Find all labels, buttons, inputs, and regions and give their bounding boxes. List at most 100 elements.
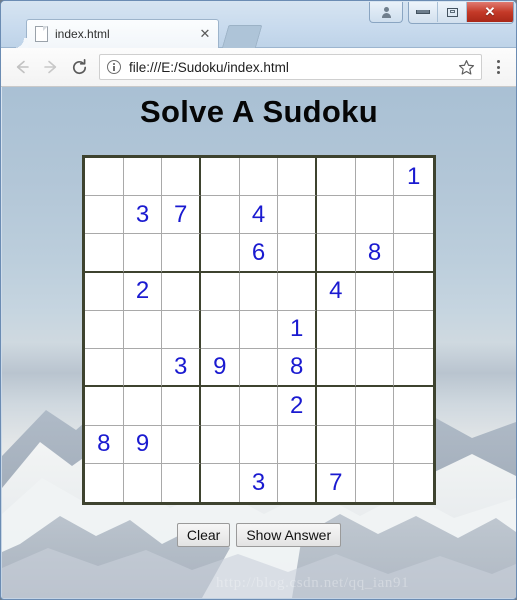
sudoku-cell-r8c1[interactable]: 8 (85, 425, 124, 464)
sudoku-cell-r6c6[interactable]: 8 (278, 349, 317, 388)
close-window-button[interactable]: ✕ (467, 2, 513, 22)
forward-button[interactable] (36, 53, 65, 82)
sudoku-cell-r9c5[interactable]: 3 (239, 463, 279, 502)
sudoku-cell-r2c9[interactable] (394, 196, 433, 235)
sudoku-cell-r4c1[interactable] (85, 272, 124, 311)
sudoku-cell-r5c8[interactable] (355, 310, 395, 350)
sudoku-cell-r8c3[interactable] (162, 425, 201, 464)
sudoku-cell-r5c4[interactable] (201, 310, 240, 350)
reload-button[interactable] (65, 53, 94, 82)
sudoku-cell-r7c9[interactable] (394, 387, 433, 426)
sudoku-cell-r4c4[interactable] (201, 272, 240, 311)
sudoku-cell-r4c3[interactable] (162, 272, 201, 311)
sudoku-cell-r5c3[interactable] (162, 310, 201, 350)
sudoku-cell-r3c2[interactable] (123, 234, 163, 273)
browser-tab[interactable]: index.html ✕ (14, 19, 219, 48)
sudoku-cell-r1c1[interactable] (85, 158, 124, 197)
sudoku-cell-r3c8[interactable]: 8 (355, 234, 395, 273)
sudoku-cell-r3c3[interactable] (162, 234, 201, 273)
sudoku-cell-r2c7[interactable] (317, 196, 356, 235)
sudoku-cell-r8c8[interactable] (355, 425, 395, 464)
sudoku-cell-r7c4[interactable] (201, 387, 240, 426)
clear-button[interactable]: Clear (176, 523, 231, 547)
sudoku-cell-r8c4[interactable] (201, 425, 240, 464)
sudoku-cell-r7c1[interactable] (85, 387, 124, 426)
sudoku-cell-r6c4[interactable]: 9 (201, 349, 240, 388)
sudoku-cell-r2c5[interactable]: 4 (239, 196, 279, 235)
sudoku-grid[interactable]: 13746824139828937 (82, 155, 436, 505)
back-button[interactable] (7, 53, 36, 82)
sudoku-cell-r2c4[interactable] (201, 196, 240, 235)
sudoku-cell-r2c2[interactable]: 3 (123, 196, 163, 235)
sudoku-cell-r5c1[interactable] (85, 310, 124, 350)
sudoku-cell-r6c3[interactable]: 3 (162, 349, 201, 388)
sudoku-cell-r1c9[interactable]: 1 (394, 158, 433, 197)
address-bar[interactable]: file:///E:/Sudoku/index.html (99, 54, 482, 80)
sudoku-cell-r5c7[interactable] (317, 310, 356, 350)
sudoku-cell-r9c1[interactable] (85, 463, 124, 502)
sudoku-cell-r6c1[interactable] (85, 349, 124, 388)
sudoku-cell-r7c5[interactable] (239, 387, 279, 426)
sudoku-cell-r9c9[interactable] (394, 463, 433, 502)
sudoku-cell-r4c2[interactable]: 2 (123, 272, 163, 311)
user-account-button[interactable] (369, 2, 403, 23)
sudoku-cell-r9c6[interactable] (278, 463, 317, 502)
new-tab-button[interactable] (221, 25, 263, 49)
maximize-button[interactable] (438, 2, 467, 22)
sudoku-cell-r7c2[interactable] (123, 387, 163, 426)
sudoku-cell-r3c1[interactable] (85, 234, 124, 273)
sudoku-cell-r5c9[interactable] (394, 310, 433, 350)
sudoku-cell-r1c4[interactable] (201, 158, 240, 197)
sudoku-cell-r1c6[interactable] (278, 158, 317, 197)
sudoku-cell-r4c7[interactable]: 4 (317, 272, 356, 311)
sudoku-cell-r9c8[interactable] (355, 463, 395, 502)
sudoku-cell-r1c7[interactable] (317, 158, 356, 197)
url-text[interactable]: file:///E:/Sudoku/index.html (129, 60, 455, 75)
sudoku-cell-r3c7[interactable] (317, 234, 356, 273)
sudoku-cell-r3c9[interactable] (394, 234, 433, 273)
sudoku-cell-r2c8[interactable] (355, 196, 395, 235)
sudoku-cell-r7c6[interactable]: 2 (278, 387, 317, 426)
sudoku-cell-r2c1[interactable] (85, 196, 124, 235)
sudoku-cell-r6c7[interactable] (317, 349, 356, 388)
page-info-icon[interactable] (107, 60, 121, 74)
menu-dot-icon (496, 71, 500, 74)
sudoku-cell-r1c5[interactable] (239, 158, 279, 197)
sudoku-cell-r5c6[interactable]: 1 (278, 310, 317, 350)
sudoku-cell-r6c5[interactable] (239, 349, 279, 388)
tab-close-icon[interactable]: ✕ (198, 27, 212, 41)
sudoku-cell-r7c7[interactable] (317, 387, 356, 426)
sudoku-cell-r1c8[interactable] (355, 158, 395, 197)
chrome-menu-button[interactable] (486, 53, 510, 81)
sudoku-cell-r2c3[interactable]: 7 (162, 196, 201, 235)
sudoku-cell-r5c2[interactable] (123, 310, 163, 350)
sudoku-cell-r7c3[interactable] (162, 387, 201, 426)
show-answer-button[interactable]: Show Answer (236, 523, 342, 547)
sudoku-cell-r4c6[interactable] (278, 272, 317, 311)
sudoku-cell-r9c7[interactable]: 7 (317, 463, 356, 502)
sudoku-cell-r6c2[interactable] (123, 349, 163, 388)
sudoku-cell-r9c2[interactable] (123, 463, 163, 502)
sudoku-cell-r2c6[interactable] (278, 196, 317, 235)
sudoku-cell-r8c6[interactable] (278, 425, 317, 464)
minimize-button[interactable] (409, 2, 438, 22)
sudoku-cell-r7c8[interactable] (355, 387, 395, 426)
sudoku-cell-r4c5[interactable] (239, 272, 279, 311)
sudoku-cell-r1c2[interactable] (123, 158, 163, 197)
sudoku-cell-r4c9[interactable] (394, 272, 433, 311)
sudoku-cell-r6c9[interactable] (394, 349, 433, 388)
bookmark-button[interactable] (455, 56, 477, 78)
sudoku-cell-r3c5[interactable]: 6 (239, 234, 279, 273)
sudoku-cell-r8c5[interactable] (239, 425, 279, 464)
sudoku-cell-r3c6[interactable] (278, 234, 317, 273)
sudoku-cell-r8c2[interactable]: 9 (123, 425, 163, 464)
sudoku-cell-r1c3[interactable] (162, 158, 201, 197)
sudoku-cell-r9c3[interactable] (162, 463, 201, 502)
sudoku-cell-r6c8[interactable] (355, 349, 395, 388)
sudoku-cell-r5c5[interactable] (239, 310, 279, 350)
sudoku-cell-r4c8[interactable] (355, 272, 395, 311)
sudoku-cell-r9c4[interactable] (201, 463, 240, 502)
sudoku-cell-r3c4[interactable] (201, 234, 240, 273)
sudoku-cell-r8c9[interactable] (394, 425, 433, 464)
sudoku-cell-r8c7[interactable] (317, 425, 356, 464)
